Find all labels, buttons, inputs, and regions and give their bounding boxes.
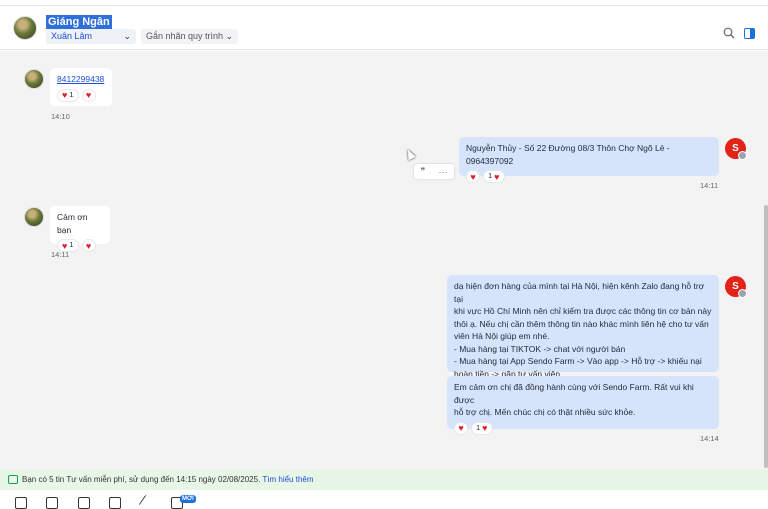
video-icon[interactable] <box>109 497 121 509</box>
chevron-down-icon: ⌄ <box>123 31 131 41</box>
template-icon[interactable] <box>15 497 27 509</box>
message-line: - Mua hàng tại TIKTOK -> chat với người … <box>454 343 626 354</box>
reaction-row: ♥ 1 ♥ <box>454 421 712 435</box>
message-bubble[interactable]: Nguyễn Thủy - Số 22 Đường 08/3 Thôn Chợ … <box>459 137 719 183</box>
add-reaction-button[interactable]: ♥ <box>81 88 96 102</box>
add-reaction-button[interactable]: ♥ <box>454 421 468 435</box>
quote-icon[interactable]: ❞ <box>421 166 426 177</box>
sender-avatar[interactable] <box>24 69 44 89</box>
sendo-avatar[interactable]: S <box>725 276 747 298</box>
sendo-avatar[interactable]: S <box>725 138 747 160</box>
composer-toolbar <box>0 490 768 509</box>
heart-icon: ♥ <box>62 90 68 100</box>
message-line: - Mua hàng tại App Sendo Farm -> Vào app… <box>454 356 702 366</box>
chat-bubble-icon <box>8 475 18 484</box>
conversation-header: Giáng Ngân Xuân Lâm ⌄ Gắn nhãn quy trình… <box>0 6 768 50</box>
message-line: thôi ạ. Nếu chị cần thêm thông tin nào k… <box>454 318 709 329</box>
message-line: dạ hiện đơn hàng của mình tại Hà Nội, hi… <box>454 281 705 304</box>
message-line: Em cảm ơn chị đã đồng hành cùng với Send… <box>454 382 694 405</box>
reaction-row: ♥ 1 ♥ <box>57 88 105 102</box>
message-bubble[interactable]: dạ hiện đơn hàng của mình tại Hà Nội, hi… <box>447 275 719 379</box>
contact-avatar[interactable] <box>13 16 37 40</box>
contact-name[interactable]: Giáng Ngân <box>46 15 112 29</box>
message-bubble[interactable]: Cảm ơn bạn ♥ 1 ♥ <box>50 206 110 252</box>
message-time: 14:11 <box>700 181 719 190</box>
gallery-icon[interactable] <box>78 497 90 509</box>
heart-icon: ♥ <box>470 171 476 182</box>
message-line: viên Hà Nội giúp em nhé. <box>454 331 550 341</box>
image-icon[interactable] <box>46 497 58 509</box>
learn-more-link[interactable]: Tìm hiểu thêm <box>262 475 313 484</box>
sender-avatar[interactable] <box>24 207 44 227</box>
message-hover-toolbar: ❞ ··· <box>414 164 454 179</box>
message-bubble[interactable]: Em cảm ơn chị đã đồng hành cùng với Send… <box>447 376 719 435</box>
search-icon[interactable] <box>723 27 735 39</box>
scrollbar-thumb[interactable] <box>764 205 768 468</box>
reaction-count[interactable]: ♥ 1 <box>57 88 79 102</box>
heart-icon: ♥ <box>85 90 92 100</box>
assignee-dropdown[interactable]: Xuân Lâm ⌄ <box>46 29 136 44</box>
process-tag-dropdown[interactable]: Gắn nhãn quy trình ⌄ <box>141 29 238 44</box>
message-time: 14:10 <box>51 112 70 121</box>
reaction-row: ♥ 1 ♥ <box>466 170 712 183</box>
phone-link[interactable]: 8412299438 <box>57 74 104 84</box>
notice-text: Bạn có 5 tin Tư vấn miễn phí, sử dụng đế… <box>22 475 261 484</box>
message-time: 14:11 <box>51 250 70 259</box>
new-badge: MỚI <box>180 495 196 503</box>
reaction-count[interactable]: 1 ♥ <box>471 421 493 435</box>
free-consult-notice: Bạn có 5 tin Tư vấn miễn phí, sử dụng đế… <box>0 470 768 490</box>
heart-icon: ♥ <box>85 240 92 251</box>
assignee-value: Xuân Lâm <box>51 31 93 41</box>
message-text: Cảm ơn bạn <box>57 212 88 235</box>
message-time: 14:14 <box>700 434 719 443</box>
add-reaction-button[interactable]: ♥ <box>81 239 96 252</box>
message-line: khi vực Hồ Chí Minh nên chỉ kiểm tra đượ… <box>454 306 712 316</box>
message-line: hỗ trợ chị. Mến chúc chị có thật nhiều s… <box>454 407 636 417</box>
process-tag-placeholder: Gắn nhãn quy trình <box>146 31 224 41</box>
message-bubble[interactable]: 8412299438 ♥ 1 ♥ <box>50 68 112 106</box>
heart-icon: ♥ <box>62 240 68 251</box>
more-options-icon[interactable]: ··· <box>438 167 447 177</box>
message-text: Nguyễn Thủy - Số 22 Đường 08/3 Thôn Chợ … <box>466 143 670 166</box>
attachment-icon[interactable] <box>138 494 156 509</box>
chevron-down-icon: ⌄ <box>225 31 233 41</box>
toggle-side-panel-icon[interactable] <box>744 28 755 39</box>
heart-icon: ♥ <box>482 423 488 433</box>
reaction-count[interactable]: 1 ♥ <box>483 170 505 183</box>
add-reaction-button[interactable]: ♥ <box>466 170 480 183</box>
heart-icon: ♥ <box>494 171 500 182</box>
heart-icon: ♥ <box>458 423 464 433</box>
